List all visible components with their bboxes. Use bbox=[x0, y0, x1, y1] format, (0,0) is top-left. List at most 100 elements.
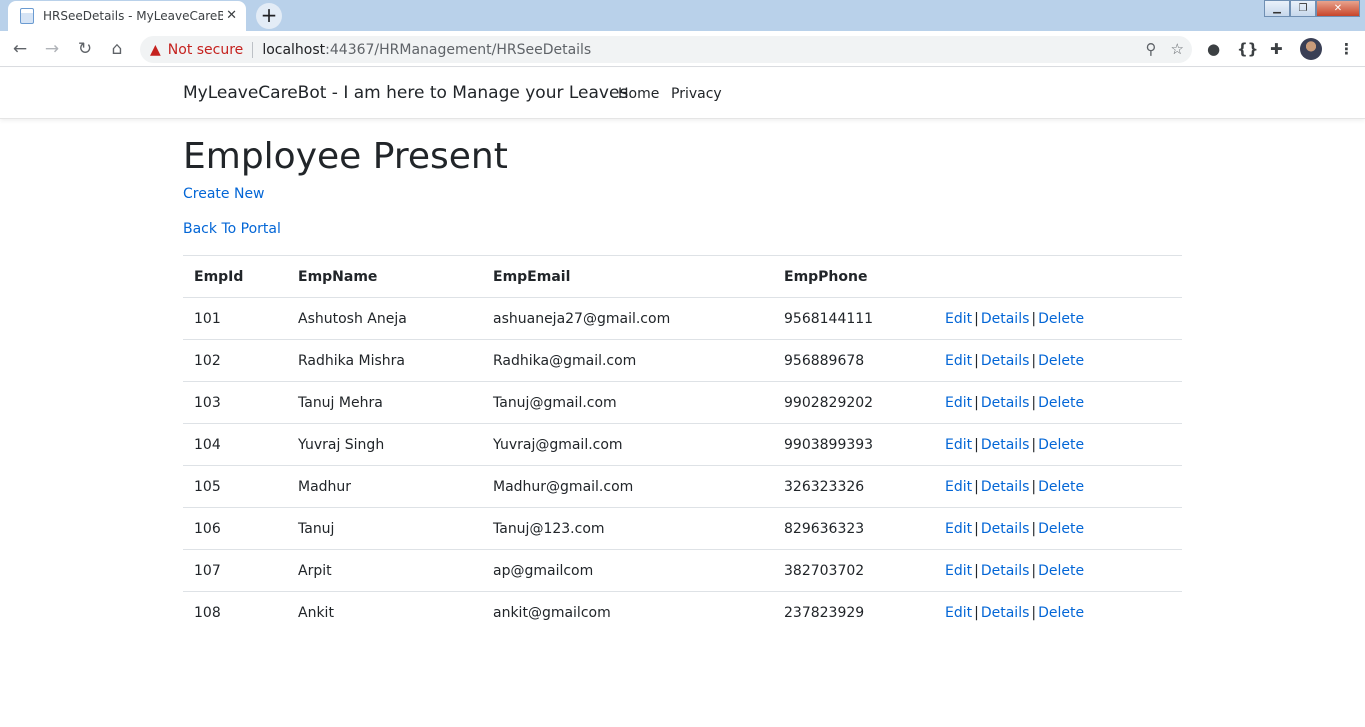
action-separator: | bbox=[1031, 310, 1037, 327]
cell-empphone: 9903899393 bbox=[773, 423, 934, 466]
delete-link[interactable]: Delete bbox=[1038, 395, 1084, 411]
page-icon bbox=[20, 8, 34, 24]
cell-empname: Arpit bbox=[287, 549, 482, 592]
puzzle-icon[interactable]: ✚ bbox=[1270, 40, 1283, 58]
maximize-button[interactable]: ❐ bbox=[1290, 0, 1316, 17]
delete-link[interactable]: Delete bbox=[1038, 353, 1084, 369]
security-label[interactable]: Not secure bbox=[168, 42, 244, 58]
cell-empid: 106 bbox=[183, 507, 287, 550]
details-link[interactable]: Details bbox=[981, 311, 1030, 327]
cell-empemail: Tanuj@gmail.com bbox=[482, 381, 773, 424]
details-link[interactable]: Details bbox=[981, 521, 1030, 537]
table-row: 104 Yuvraj Singh Yuvraj@gmail.com 990389939… bbox=[183, 423, 1182, 466]
cell-empemail: ankit@gmailcom bbox=[493, 604, 611, 621]
star-icon[interactable]: ☆ bbox=[1171, 40, 1184, 58]
cell-empname: Radhika Mishra bbox=[287, 339, 482, 382]
details-link[interactable]: Details bbox=[981, 437, 1030, 453]
nav-link-privacy[interactable]: Privacy bbox=[671, 86, 722, 102]
edit-link[interactable]: Edit bbox=[945, 479, 972, 495]
details-link[interactable]: Details bbox=[981, 605, 1030, 621]
edit-link[interactable]: Edit bbox=[945, 437, 972, 453]
avatar[interactable] bbox=[1300, 38, 1322, 60]
action-separator: | bbox=[1031, 604, 1037, 621]
extension-circle-icon[interactable]: ● bbox=[1207, 40, 1220, 58]
table-row: 108 Ankit ankit@gmailcom 237823929 Edit | Deta… bbox=[183, 592, 1182, 634]
braces-icon[interactable]: {} bbox=[1237, 40, 1258, 58]
details-link[interactable]: Details bbox=[981, 395, 1030, 411]
browser-titlebar: HRSeeDetails - MyLeaveCareBot ✕ + ▁ ❐ ✕ bbox=[0, 0, 1365, 31]
cell-empemail: ap@gmailcom bbox=[482, 549, 773, 592]
edit-link[interactable]: Edit bbox=[945, 563, 972, 579]
table-row: 103 Tanuj Mehra Tanuj@gmail.com 9902829202 E… bbox=[183, 381, 1182, 424]
header-empid: EmpId bbox=[183, 255, 287, 298]
kebab-menu-icon[interactable]: ⋮ bbox=[1339, 40, 1354, 58]
page-title: Employee Present bbox=[183, 136, 508, 177]
action-separator: | bbox=[974, 310, 979, 327]
action-separator: | bbox=[1031, 394, 1037, 411]
edit-link[interactable]: Edit bbox=[945, 395, 972, 411]
back-to-portal-link[interactable]: Back To Portal bbox=[183, 221, 281, 237]
delete-link[interactable]: Delete bbox=[1038, 479, 1084, 495]
delete-link[interactable]: Delete bbox=[1038, 521, 1084, 537]
window-controls: ▁ ❐ ✕ bbox=[1264, 0, 1360, 17]
action-separator: | bbox=[974, 604, 979, 621]
table-header-row: EmpId EmpName EmpEmail EmpPhone bbox=[183, 255, 1182, 298]
edit-link[interactable]: Edit bbox=[945, 311, 972, 327]
site-brand[interactable]: MyLeaveCareBot - I am here to Manage you… bbox=[183, 83, 628, 103]
warning-icon: ▲ bbox=[150, 41, 161, 58]
action-separator: | bbox=[974, 394, 979, 411]
forward-arrow-icon[interactable]: → bbox=[42, 39, 62, 59]
details-link[interactable]: Details bbox=[981, 563, 1030, 579]
cell-actions: Edit | Details | Delete bbox=[934, 549, 1182, 592]
cell-empid: 103 bbox=[183, 381, 287, 424]
cell-empphone: 326323326 bbox=[773, 465, 934, 508]
tab-title: HRSeeDetails - MyLeaveCareBot bbox=[43, 9, 223, 23]
employee-table: EmpId EmpName EmpEmail EmpPhone 101 Ashut… bbox=[183, 255, 1182, 634]
create-new-link[interactable]: Create New bbox=[183, 186, 265, 202]
action-separator: | bbox=[1031, 352, 1037, 369]
delete-link[interactable]: Delete bbox=[1038, 605, 1084, 621]
delete-link[interactable]: Delete bbox=[1038, 563, 1084, 579]
minimize-button[interactable]: ▁ bbox=[1264, 0, 1290, 17]
cell-empname: Tanuj bbox=[287, 507, 482, 550]
action-separator: | bbox=[1031, 478, 1037, 495]
cell-empemail: Radhika@gmail.com bbox=[482, 339, 773, 382]
header-actions bbox=[934, 255, 1182, 298]
cell-empphone: 9902829202 bbox=[773, 381, 934, 424]
site-navbar: MyLeaveCareBot - I am here to Manage you… bbox=[0, 68, 1365, 119]
omnibox-divider bbox=[252, 41, 254, 58]
cell-actions: Edit | Details | Delete bbox=[934, 507, 1182, 550]
cell-empphone: 956889678 bbox=[773, 339, 934, 382]
cell-empname: Ankit bbox=[298, 604, 334, 621]
table-row: 105 Madhur Madhur@gmail.com 326323326 Edit | D… bbox=[183, 465, 1182, 508]
nav-link-home[interactable]: Home bbox=[618, 86, 659, 102]
cell-actions: Edit | Details | Delete bbox=[934, 423, 1182, 466]
url-host: localhost bbox=[262, 41, 326, 58]
details-link[interactable]: Details bbox=[981, 353, 1030, 369]
edit-link[interactable]: Edit bbox=[945, 521, 972, 537]
cell-empname: Ashutosh Aneja bbox=[287, 297, 482, 340]
edit-link[interactable]: Edit bbox=[945, 353, 972, 369]
cell-empname: Tanuj Mehra bbox=[287, 381, 482, 424]
action-separator: | bbox=[974, 562, 979, 579]
edit-link[interactable]: Edit bbox=[945, 605, 972, 621]
header-empemail: EmpEmail bbox=[482, 255, 773, 298]
back-arrow-icon[interactable]: ← bbox=[10, 39, 30, 59]
delete-link[interactable]: Delete bbox=[1038, 311, 1084, 327]
browser-toolbar: ← → ↻ ⌂ ▲ Not secure localhost:44367/HRM… bbox=[0, 31, 1365, 67]
new-tab-button[interactable]: + bbox=[256, 3, 282, 29]
address-bar[interactable]: ▲ Not secure localhost:44367/HRManagemen… bbox=[140, 36, 1192, 63]
browser-tab[interactable]: HRSeeDetails - MyLeaveCareBot ✕ bbox=[8, 1, 246, 31]
cell-empid: 107 bbox=[183, 549, 287, 592]
home-icon[interactable]: ⌂ bbox=[107, 39, 127, 59]
details-link[interactable]: Details bbox=[981, 479, 1030, 495]
delete-link[interactable]: Delete bbox=[1038, 437, 1084, 453]
reload-icon[interactable]: ↻ bbox=[75, 39, 95, 59]
table-row: 101 Ashutosh Aneja ashuaneja27@gmail.com 95… bbox=[183, 297, 1182, 340]
action-separator: | bbox=[974, 478, 979, 495]
close-window-button[interactable]: ✕ bbox=[1316, 0, 1360, 17]
cell-empname: Yuvraj Singh bbox=[287, 423, 482, 466]
cell-empphone: 9568144111 bbox=[773, 297, 934, 340]
zoom-icon[interactable]: ⚲ bbox=[1146, 40, 1157, 58]
close-tab-icon[interactable]: ✕ bbox=[226, 8, 237, 23]
